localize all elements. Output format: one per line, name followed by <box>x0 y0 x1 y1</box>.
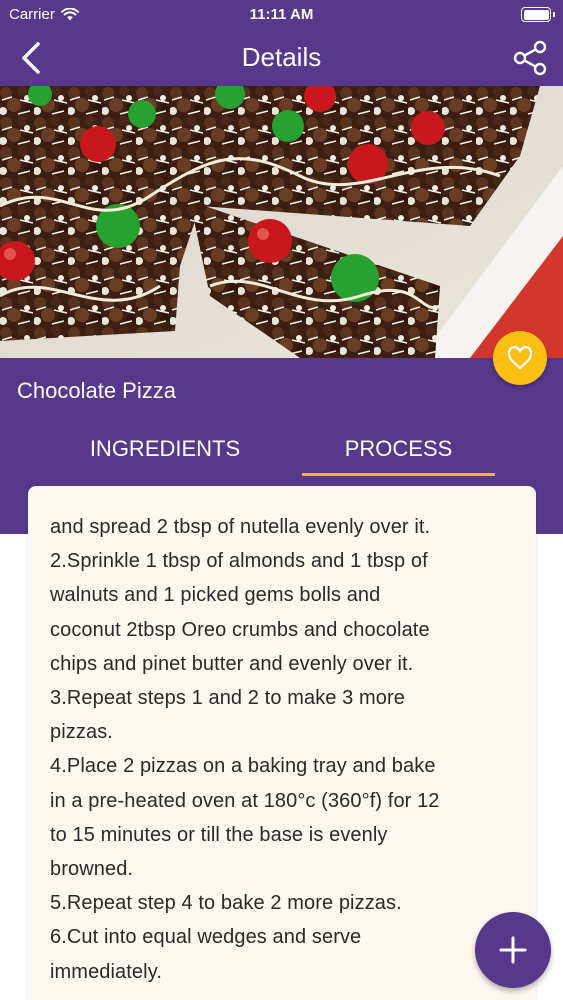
recipe-title: Chocolate Pizza <box>17 378 176 403</box>
recipe-photo <box>0 86 563 358</box>
process-line: chips and pinet butter and evenly over i… <box>50 652 414 675</box>
status-time: 11:11 AM <box>249 6 314 23</box>
favorite-button[interactable] <box>493 331 547 385</box>
tab-ingredients[interactable]: INGREDIENTS <box>48 430 282 476</box>
tab-label: INGREDIENTS <box>89 436 241 461</box>
status-bar: Carrier 11:11 AM <box>0 0 563 30</box>
process-line: coconut 2tbsp Oreo crumbs and chocolate <box>50 618 430 641</box>
heart-icon <box>507 346 533 370</box>
process-line: 4.Place 2 pizzas on a baking tray and ba… <box>50 755 436 778</box>
process-line: walnuts and 1 picked gems bolls and <box>50 584 381 607</box>
process-line: 3.Repeat steps 1 and 2 to make 3 more <box>50 687 406 710</box>
process-line: in a pre-heated oven at 180°c (360°f) fo… <box>50 789 440 812</box>
process-line: browned. <box>50 858 134 881</box>
process-line: 6.Cut into equal wedges and serve <box>50 926 362 949</box>
share-button[interactable] <box>511 38 549 78</box>
tab-bar: INGREDIENTS PROCESS <box>0 430 563 476</box>
plus-icon <box>499 936 527 964</box>
tab-process[interactable]: PROCESS <box>302 430 495 476</box>
process-line: immediately. <box>50 960 162 983</box>
navigation-bar: Details <box>0 30 563 86</box>
process-line: and spread 2 tbsp of nutella evenly over… <box>50 516 431 538</box>
active-tab-indicator <box>302 473 495 476</box>
battery-icon <box>521 7 555 22</box>
page-title: Details <box>241 42 322 72</box>
add-button[interactable] <box>475 912 551 988</box>
process-line: to 15 minutes or till the base is evenly <box>50 823 388 846</box>
process-card[interactable]: and spread 2 tbsp of nutella evenly over… <box>28 486 536 1000</box>
process-line: pizzas. <box>50 721 113 744</box>
share-icon <box>513 40 547 76</box>
tab-label: PROCESS <box>344 436 453 461</box>
process-line: 5.Repeat step 4 to bake 2 more pizzas. <box>50 892 402 915</box>
process-line: 2.Sprinkle 1 tbsp of almonds and 1 tbsp … <box>50 550 428 573</box>
